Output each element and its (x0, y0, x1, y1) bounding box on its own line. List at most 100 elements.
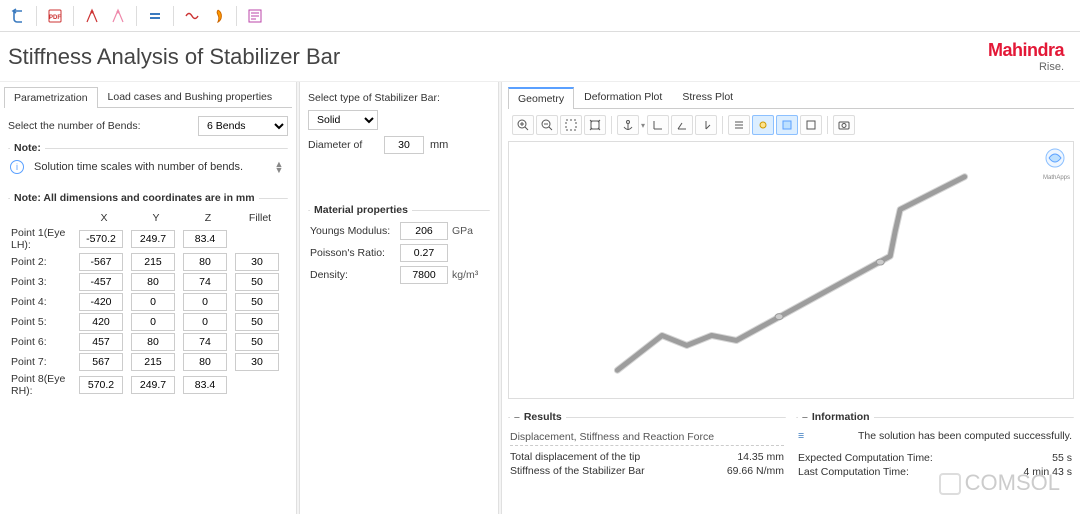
shade-icon[interactable] (776, 115, 798, 135)
den-input[interactable] (400, 266, 448, 284)
compass-alt-icon[interactable] (106, 4, 130, 28)
zoom-out-icon[interactable] (536, 115, 558, 135)
coords-table: X Y Z Fillet Point 1(Eye LH):Point 2:Poi… (10, 210, 286, 398)
zoom-extents-icon[interactable] (584, 115, 606, 135)
tab-parametrization[interactable]: Parametrization (4, 87, 98, 108)
ym-unit: GPa (452, 225, 488, 237)
results-subhead: Displacement, Stiffness and Reaction For… (510, 431, 784, 446)
ym-input[interactable] (400, 222, 448, 240)
tab-load-cases[interactable]: Load cases and Bushing properties (98, 86, 283, 107)
coord-input[interactable] (183, 230, 227, 248)
diameter-input[interactable] (384, 136, 424, 154)
coord-input[interactable] (131, 333, 175, 351)
report-icon[interactable] (243, 4, 267, 28)
coord-input[interactable] (79, 253, 123, 271)
coord-input[interactable] (131, 230, 175, 248)
bends-label: Select the number of Bends: (8, 120, 192, 132)
header: Stiffness Analysis of Stabilizer Bar Mah… (0, 32, 1080, 82)
back-icon[interactable] (6, 4, 30, 28)
view-yz-icon[interactable] (695, 115, 717, 135)
col-z: Z (182, 210, 234, 226)
zoom-in-icon[interactable] (512, 115, 534, 135)
type-select[interactable]: Solid (308, 110, 378, 130)
coord-input[interactable] (131, 313, 175, 331)
point-label: Point 7: (10, 352, 78, 372)
graphics-viewport[interactable]: MathApps (508, 141, 1074, 399)
coord-input[interactable] (183, 253, 227, 271)
brand-logo: Mahindra Rise. (988, 40, 1064, 73)
table-row: Point 4: (10, 292, 286, 312)
pdf-icon[interactable]: PDF (43, 4, 67, 28)
zoom-box-icon[interactable] (560, 115, 582, 135)
den-label: Density: (310, 269, 400, 281)
coord-input[interactable] (235, 293, 279, 311)
tab-geometry[interactable]: Geometry (508, 87, 574, 109)
graphics-tabs: Geometry Deformation Plot Stress Plot (508, 86, 1074, 109)
coord-input[interactable] (79, 353, 123, 371)
view-xz-icon[interactable] (671, 115, 693, 135)
fire-icon[interactable] (206, 4, 230, 28)
coord-input[interactable] (235, 353, 279, 371)
coord-input[interactable] (79, 313, 123, 331)
coord-input[interactable] (79, 273, 123, 291)
lines-icon[interactable] (728, 115, 750, 135)
left-panel: Parametrization Load cases and Bushing p… (0, 82, 296, 514)
table-row: Point 1(Eye LH): (10, 226, 286, 252)
diameter-label: Diameter of (308, 139, 378, 151)
stiff-label: Stiffness of the Stabilizer Bar (510, 465, 645, 477)
coord-input[interactable] (183, 293, 227, 311)
table-row: Point 6: (10, 332, 286, 352)
tab-deformation[interactable]: Deformation Plot (574, 86, 672, 108)
anchor-icon[interactable] (617, 115, 639, 135)
equals-icon[interactable] (143, 4, 167, 28)
coord-input[interactable] (131, 376, 175, 394)
point-label: Point 5: (10, 312, 78, 332)
table-row: Point 5: (10, 312, 286, 332)
results-fieldset: Results Displacement, Stiffness and Reac… (508, 411, 786, 485)
col-fillet: Fillet (234, 210, 286, 226)
coord-input[interactable] (183, 353, 227, 371)
coord-input[interactable] (235, 253, 279, 271)
coord-input[interactable] (131, 293, 175, 311)
wireframe-icon[interactable] (800, 115, 822, 135)
info-msg: The solution has been computed successfu… (858, 430, 1072, 442)
last-time-value: 4 min 43 s (1024, 466, 1072, 478)
coord-input[interactable] (131, 253, 175, 271)
scene-light-icon[interactable] (752, 115, 774, 135)
coord-input[interactable] (79, 230, 123, 248)
coord-input[interactable] (235, 333, 279, 351)
table-row: Point 7: (10, 352, 286, 372)
coord-input[interactable] (79, 376, 123, 394)
tab-stress[interactable]: Stress Plot (672, 86, 743, 108)
compass-icon[interactable] (80, 4, 104, 28)
material-legend: Material properties (310, 204, 412, 216)
view-xy-icon[interactable] (647, 115, 669, 135)
exp-time-value: 55 s (1052, 452, 1072, 464)
coord-input[interactable] (79, 333, 123, 351)
coord-input[interactable] (79, 293, 123, 311)
note-fieldset: Note: i Solution time scales with number… (8, 142, 288, 186)
coords-fieldset: Note: All dimensions and coordinates are… (8, 192, 288, 404)
pr-input[interactable] (400, 244, 448, 262)
stabilizer-bar-render (509, 142, 1073, 398)
coord-input[interactable] (235, 313, 279, 331)
snapshot-icon[interactable] (833, 115, 855, 135)
wave-icon[interactable] (180, 4, 204, 28)
coord-input[interactable] (235, 273, 279, 291)
info-legend: Information (798, 411, 874, 423)
info-icon: i (10, 160, 24, 174)
coord-input[interactable] (131, 353, 175, 371)
den-unit: kg/m³ (452, 269, 488, 281)
coord-input[interactable] (183, 333, 227, 351)
coord-input[interactable] (131, 273, 175, 291)
point-label: Point 2: (10, 252, 78, 272)
coord-input[interactable] (183, 273, 227, 291)
coord-input[interactable] (183, 313, 227, 331)
coord-input[interactable] (183, 376, 227, 394)
spinner-icon[interactable]: ▲▼ (272, 161, 286, 173)
point-label: Point 3: (10, 272, 78, 292)
disp-value: 14.35 mm (737, 451, 784, 463)
diameter-unit: mm (430, 139, 448, 151)
viewport-logo: MathApps (1043, 148, 1067, 172)
bends-select[interactable]: 6 Bends (198, 116, 288, 136)
